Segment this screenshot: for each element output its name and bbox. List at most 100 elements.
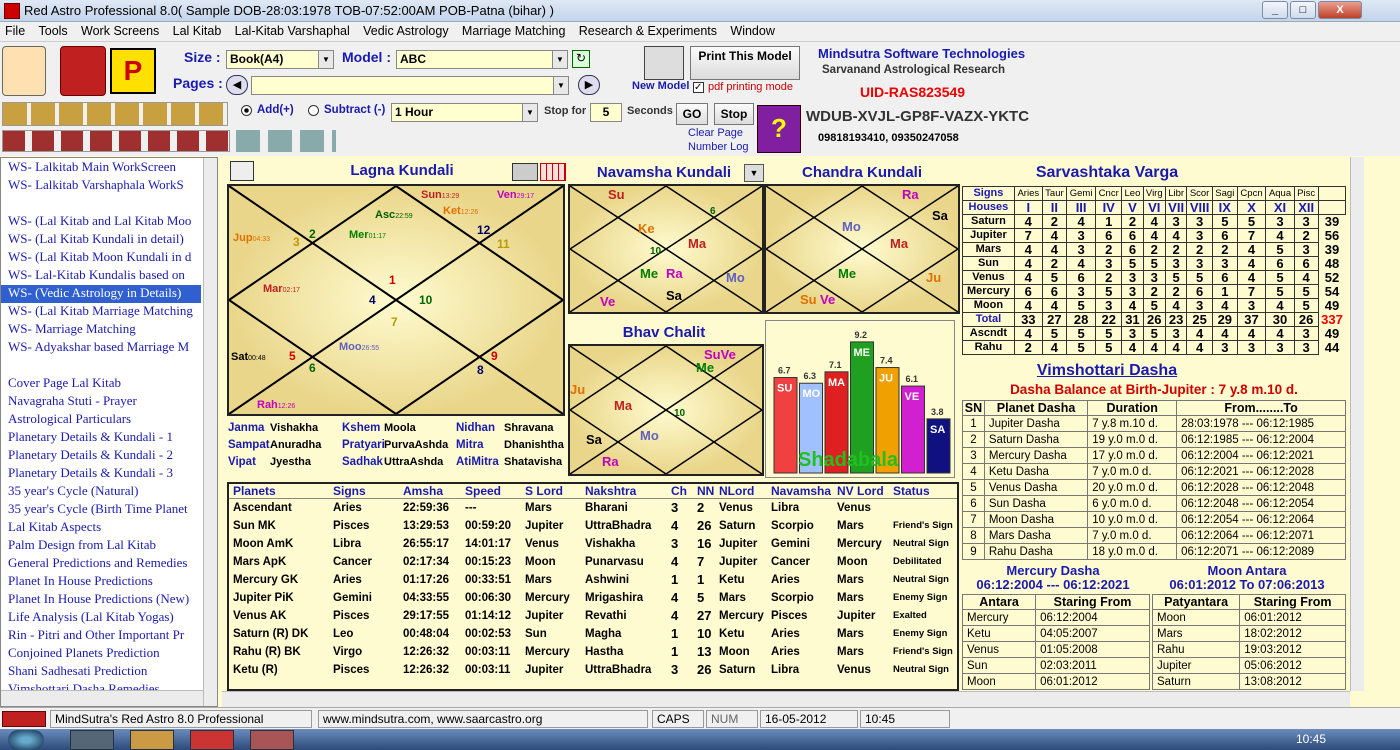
maximize-button[interactable]: □ bbox=[1290, 1, 1316, 19]
worksheet-item[interactable]: Planetary Details & Kundali - 1 bbox=[1, 429, 201, 447]
planet-cell: --- bbox=[465, 501, 477, 514]
worksheet-item[interactable]: Planet In House Predictions (New) bbox=[1, 591, 201, 609]
interval-select[interactable]: 1 Hour ▼ bbox=[391, 103, 538, 122]
navamsha-dropdown[interactable]: ▼ bbox=[744, 164, 764, 182]
left-scrollbar[interactable] bbox=[203, 158, 217, 706]
model-select[interactable]: ABC ▼ bbox=[396, 50, 568, 69]
stop-button[interactable]: Stop bbox=[714, 103, 754, 125]
worksheet-item[interactable]: WS- Adyakshar based Marriage M bbox=[1, 339, 201, 357]
size-select[interactable]: Book(A4) ▼ bbox=[226, 50, 334, 69]
worksheet-item[interactable]: WS- (Vedic Astrology in Details) bbox=[1, 285, 201, 303]
vim-cell: 18 y.0 m.0 d. bbox=[1087, 543, 1178, 560]
pencil-icon[interactable] bbox=[230, 161, 254, 181]
printer-small-icon[interactable] bbox=[512, 163, 538, 181]
table-icon[interactable] bbox=[540, 163, 566, 181]
menu-marriage-matching[interactable]: Marriage Matching bbox=[457, 22, 571, 40]
planet-row: Mercury GK Aries 01:17:26 00:33:51 Mars Ashwi… bbox=[229, 571, 957, 589]
start-button[interactable] bbox=[8, 730, 44, 750]
worksheet-item[interactable]: Planet In House Predictions bbox=[1, 573, 201, 591]
nakshatra-value: Anuradha bbox=[270, 439, 322, 451]
planet-cell: Saturn bbox=[719, 663, 756, 676]
subtract-radio[interactable] bbox=[308, 105, 319, 116]
worksheet-item[interactable]: 35 year's Cycle (Birth Time Planet bbox=[1, 501, 201, 519]
taskbar-explorer[interactable] bbox=[130, 730, 174, 750]
shadbala-value: 7.1 bbox=[829, 360, 842, 370]
pages-label: Pages : bbox=[173, 75, 223, 91]
sav-cell: 5 bbox=[1265, 270, 1295, 285]
left-hscrollbar[interactable] bbox=[1, 690, 203, 706]
worksheet-item[interactable]: Cover Page Lal Kitab bbox=[1, 375, 201, 393]
worksheet-item[interactable]: Shani Sadhesati Prediction bbox=[1, 663, 201, 681]
users-icon[interactable] bbox=[2, 46, 46, 96]
worksheet-item[interactable]: WS- Lal-Kitab Kundalis based on bbox=[1, 267, 201, 285]
add-radio[interactable] bbox=[241, 105, 252, 116]
worksheet-item[interactable]: General Predictions and Remedies bbox=[1, 555, 201, 573]
worksheet-item[interactable]: Astrological Particulars bbox=[1, 411, 201, 429]
toolbar-icon-row-2[interactable] bbox=[2, 130, 230, 152]
number-log-link[interactable]: Number Log bbox=[688, 141, 749, 153]
sav-cell: 3 bbox=[1121, 270, 1144, 285]
new-model-link[interactable]: New Model bbox=[632, 80, 689, 92]
worksheet-item[interactable]: Conjoined Planets Prediction bbox=[1, 645, 201, 663]
menu-lal-kitab-varshaphal[interactable]: Lal-Kitab Varshaphal bbox=[230, 22, 355, 40]
worksheet-item[interactable]: WS- (Lal Kitab Moon Kundali in d bbox=[1, 249, 201, 267]
worksheet-item[interactable]: Lal Kitab Aspects bbox=[1, 519, 201, 537]
sav-signs-label: Signs bbox=[962, 186, 1015, 201]
menu-work-screens[interactable]: Work Screens bbox=[76, 22, 164, 40]
main-hscrollbar[interactable] bbox=[222, 691, 1350, 707]
toolbar-print-icons[interactable] bbox=[236, 130, 336, 152]
worksheet-item[interactable]: WS- (Lal Kitab Kundali in detail) bbox=[1, 231, 201, 249]
menu-vedic-astrology[interactable]: Vedic Astrology bbox=[358, 22, 453, 40]
next-page-icon[interactable]: ▶ bbox=[578, 75, 600, 95]
worksheet-item[interactable]: Rin - Pitri and Other Important Pr bbox=[1, 627, 201, 645]
worksheet-item[interactable]: WS- Lalkitab Main WorkScreen bbox=[1, 159, 201, 177]
sav-cell: 3 bbox=[1293, 242, 1319, 257]
taskbar-redastro[interactable] bbox=[190, 730, 234, 750]
planet-cell bbox=[889, 499, 957, 517]
worksheet-item[interactable]: WS- Lalkitab Varshaphala WorkS bbox=[1, 177, 201, 195]
worksheet-item[interactable]: WS- Marriage Matching bbox=[1, 321, 201, 339]
printer-icon[interactable] bbox=[644, 46, 684, 80]
worksheet-item[interactable]: 35 year's Cycle (Natural) bbox=[1, 483, 201, 501]
print-model-button[interactable]: Print This Model bbox=[690, 46, 800, 80]
worksheet-item[interactable]: WS- (Lal Kitab Marriage Matching bbox=[1, 303, 201, 321]
worksheet-item[interactable]: Life Analysis (Lal Kitab Yogas) bbox=[1, 609, 201, 627]
pages-select[interactable]: ▼ bbox=[251, 76, 569, 95]
main-vscrollbar[interactable] bbox=[1350, 157, 1364, 691]
close-button[interactable]: X bbox=[1318, 1, 1362, 19]
worksheet-item[interactable]: Palm Design from Lal Kitab bbox=[1, 537, 201, 555]
nakshatra-entry: Mitra Dhanishtha bbox=[456, 439, 564, 451]
toolbar-icon-row-1[interactable] bbox=[2, 102, 228, 126]
menu-file[interactable]: File bbox=[0, 22, 30, 40]
stop-for-input[interactable]: 5 bbox=[590, 103, 622, 122]
minimize-button[interactable]: _ bbox=[1262, 1, 1288, 19]
app-icon bbox=[4, 3, 20, 19]
worksheet-item[interactable]: Planetary Details & Kundali - 2 bbox=[1, 447, 201, 465]
taskbar-app-4[interactable] bbox=[250, 730, 294, 750]
prev-page-icon[interactable]: ◀ bbox=[226, 75, 248, 95]
refresh-icon[interactable]: ↻ bbox=[572, 50, 590, 68]
sub-header: Staring From bbox=[1035, 594, 1150, 610]
help-book-icon[interactable]: ? bbox=[757, 105, 801, 153]
sav-cell: 3 bbox=[1186, 256, 1213, 271]
red-book-icon[interactable] bbox=[60, 46, 106, 96]
menu-window[interactable]: Window bbox=[725, 22, 779, 40]
menu-tools[interactable]: Tools bbox=[34, 22, 73, 40]
menu-lal-kitab[interactable]: Lal Kitab bbox=[168, 22, 227, 40]
chandra-chart: Ra Sa Mo Ma Me Ju Su Ve bbox=[764, 184, 960, 314]
sav-row: Ascndt 4 5 5 5 3 5 3 4 4 4 4 3 49 bbox=[962, 326, 1346, 341]
worksheet-item[interactable]: Navagraha Stuti - Prayer bbox=[1, 393, 201, 411]
taskbar-app-1[interactable] bbox=[70, 730, 114, 750]
sav-cell: 3 bbox=[1293, 326, 1319, 341]
sav-cell: 49 bbox=[1324, 298, 1340, 313]
menu-research[interactable]: Research & Experiments bbox=[574, 22, 722, 40]
go-button[interactable]: GO bbox=[676, 103, 708, 125]
print-preview-icon[interactable]: P bbox=[110, 48, 156, 94]
shadbala-planet: VE bbox=[905, 391, 920, 403]
clear-page-link[interactable]: Clear Page bbox=[688, 127, 743, 139]
pdf-mode-checkbox[interactable]: ✓ bbox=[693, 82, 704, 93]
planet-cell: UttraBhadra bbox=[585, 663, 652, 676]
worksheet-item[interactable]: WS- (Lal Kitab and Lal Kitab Moo bbox=[1, 213, 201, 231]
planet-row: Ascendant Aries 22:59:36 --- Mars Bharani 3 2 Ve… bbox=[229, 499, 957, 517]
worksheet-item[interactable]: Planetary Details & Kundali - 3 bbox=[1, 465, 201, 483]
